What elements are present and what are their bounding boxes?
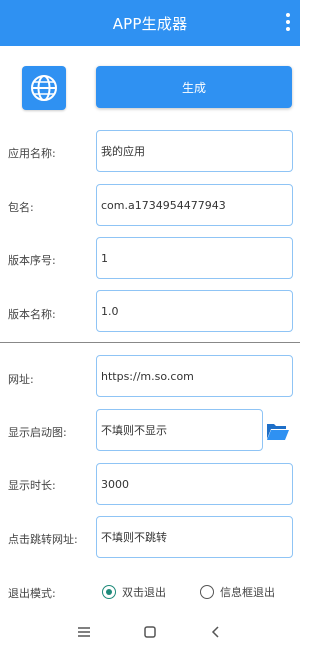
app-name-label: 应用名称: <box>8 147 56 160</box>
globe-icon <box>31 75 57 101</box>
section-divider <box>0 342 300 343</box>
back-icon[interactable] <box>208 624 224 640</box>
duration-label: 显示时长: <box>8 479 56 492</box>
exit-double-tap-label: 双击退出 <box>122 586 166 599</box>
url-label: 网址: <box>8 373 34 386</box>
version-name-input[interactable]: 1.0 <box>96 290 293 332</box>
folder-open-icon[interactable] <box>266 421 290 441</box>
generate-button[interactable]: 生成 <box>96 66 292 108</box>
splash-placeholder: 不填则不显示 <box>101 424 167 437</box>
splash-input[interactable]: 不填则不显示 <box>96 409 263 451</box>
exit-dialog-label: 信息框退出 <box>220 586 275 599</box>
recent-apps-icon[interactable] <box>76 624 92 640</box>
app-title: APP生成器 <box>112 15 188 33</box>
package-value: com.a1734954477943 <box>101 198 226 212</box>
click-url-input[interactable]: 不填则不跳转 <box>96 516 293 558</box>
globe-icon-button[interactable] <box>22 66 66 110</box>
url-value: https://m.so.com <box>101 369 194 383</box>
app-bar: APP生成器 <box>0 0 300 46</box>
app-name-input[interactable]: 我的应用 <box>96 130 293 172</box>
exit-dialog-option[interactable]: 信息框退出 <box>200 583 275 601</box>
version-name-label: 版本名称: <box>8 308 56 321</box>
exit-mode-label: 退出模式: <box>8 587 56 600</box>
version-name-value: 1.0 <box>101 304 119 318</box>
radio-selected-icon[interactable] <box>102 585 116 599</box>
click-url-label: 点击跳转网址: <box>8 533 78 546</box>
package-label: 包名: <box>8 201 34 214</box>
version-code-label: 版本序号: <box>8 254 56 267</box>
exit-double-tap-option[interactable]: 双击退出 <box>102 583 166 601</box>
splash-label: 显示启动图: <box>8 426 67 439</box>
system-nav-bar <box>0 610 300 656</box>
home-icon[interactable] <box>142 624 158 640</box>
radio-unselected-icon[interactable] <box>200 585 214 599</box>
package-input[interactable]: com.a1734954477943 <box>96 184 293 226</box>
app-name-value: 我的应用 <box>101 145 145 158</box>
more-vert-icon[interactable] <box>284 13 292 33</box>
url-input[interactable]: https://m.so.com <box>96 355 293 397</box>
click-url-placeholder: 不填则不跳转 <box>101 531 167 544</box>
duration-value: 3000 <box>101 477 129 491</box>
version-code-input[interactable]: 1 <box>96 237 293 279</box>
duration-input[interactable]: 3000 <box>96 463 293 505</box>
version-code-value: 1 <box>101 251 108 265</box>
